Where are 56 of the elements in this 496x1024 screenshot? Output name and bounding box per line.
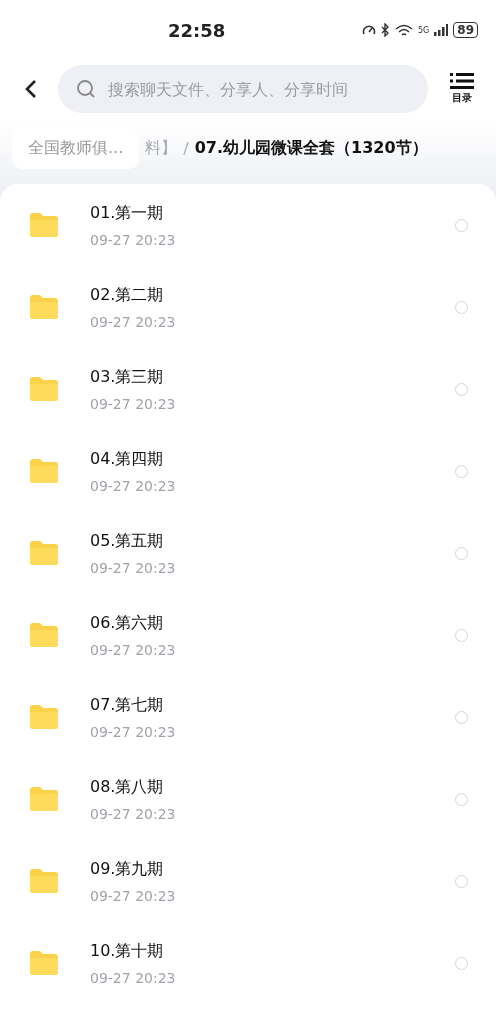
folder-time: 09-27 20:23 bbox=[90, 641, 177, 658]
select-radio[interactable] bbox=[455, 792, 468, 806]
speed-icon bbox=[362, 24, 376, 36]
folder-name: 01.第一期 bbox=[90, 202, 165, 224]
folder-icon bbox=[30, 541, 58, 565]
search-icon bbox=[76, 79, 96, 99]
folder-name: 02.第二期 bbox=[90, 284, 165, 306]
folder-name: 09.第九期 bbox=[90, 858, 165, 880]
folder-name: 08.第八期 bbox=[90, 776, 165, 798]
folder-time: 09-27 20:23 bbox=[90, 559, 177, 576]
folder-icon bbox=[30, 295, 58, 319]
select-radio[interactable] bbox=[455, 546, 468, 560]
folder-icon bbox=[30, 377, 58, 401]
breadcrumb-faded-text: 料】 bbox=[145, 137, 178, 159]
select-radio[interactable] bbox=[455, 874, 468, 888]
folder-name: 07.第七期 bbox=[90, 694, 165, 716]
folder-name: 10.第十期 bbox=[90, 940, 165, 962]
folder-icon bbox=[30, 213, 58, 237]
bluetooth-icon bbox=[381, 23, 390, 37]
status-time: 22:58 bbox=[168, 19, 227, 41]
battery-level: 89 bbox=[453, 22, 478, 38]
wifi-icon bbox=[395, 23, 413, 37]
search-input[interactable]: 搜索聊天文件、分享人、分享时间 bbox=[106, 78, 418, 100]
folder-time: 09-27 20:23 bbox=[90, 723, 177, 740]
breadcrumb-current: 07.幼儿园微课全套（1320节） bbox=[194, 137, 428, 159]
folder-icon bbox=[30, 459, 58, 483]
folder-name: 05.第五期 bbox=[90, 530, 165, 552]
folder-icon bbox=[30, 787, 58, 811]
select-radio[interactable] bbox=[455, 382, 468, 396]
folder-time: 09-27 20:23 bbox=[90, 395, 177, 412]
folder-time: 09-27 20:23 bbox=[90, 969, 177, 986]
select-radio[interactable] bbox=[455, 710, 468, 724]
folder-time: 09-27 20:23 bbox=[90, 313, 177, 330]
search-bar[interactable]: 搜索聊天文件、分享人、分享时间 bbox=[58, 65, 428, 113]
select-radio[interactable] bbox=[455, 464, 468, 478]
folder-time: 09-27 20:23 bbox=[90, 231, 177, 248]
select-radio[interactable] bbox=[455, 300, 468, 314]
folder-name: 06.第六期 bbox=[90, 612, 165, 634]
breadcrumb-separator: / bbox=[183, 138, 189, 158]
network-label: 5G bbox=[418, 25, 430, 35]
folder-icon bbox=[30, 705, 58, 729]
back-icon bbox=[24, 79, 38, 99]
signal-icon bbox=[434, 24, 449, 36]
list-icon bbox=[450, 73, 474, 89]
folder-time: 09-27 20:23 bbox=[90, 887, 177, 904]
folder-name: 04.第四期 bbox=[90, 448, 165, 470]
folder-name: 03.第三期 bbox=[90, 366, 165, 388]
select-radio[interactable] bbox=[455, 956, 468, 970]
folder-icon bbox=[30, 951, 58, 975]
menu-button[interactable]: 目录 bbox=[444, 73, 480, 105]
folder-icon bbox=[30, 869, 58, 893]
folder-icon bbox=[30, 623, 58, 647]
folder-time: 09-27 20:23 bbox=[90, 477, 177, 494]
folder-time: 09-27 20:23 bbox=[90, 805, 177, 822]
select-radio[interactable] bbox=[455, 628, 468, 642]
select-radio[interactable] bbox=[455, 218, 468, 232]
